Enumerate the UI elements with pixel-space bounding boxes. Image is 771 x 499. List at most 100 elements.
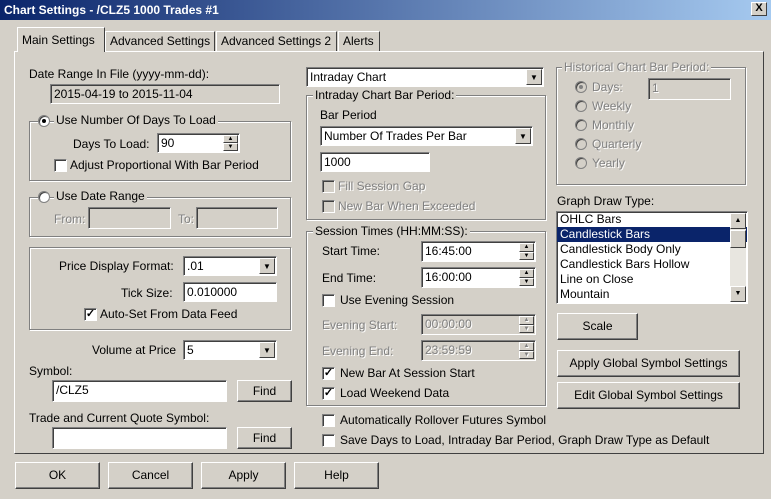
list-item[interactable]: Line on Close [557,272,747,287]
apply-button[interactable]: Apply [201,462,286,489]
symbol-input[interactable]: /CLZ5 [52,380,227,402]
evening-start-spinner[interactable]: ▲ ▼ [519,316,534,333]
from-label: From: [54,212,86,226]
volume-at-price-select[interactable]: 5 ▼ [183,340,277,360]
evening-end-label: Evening End: [322,344,394,358]
price-format-select[interactable]: .01 ▼ [183,256,277,276]
chevron-down-icon[interactable]: ▼ [259,342,275,358]
use-date-range-radio[interactable] [38,191,50,203]
scroll-down-icon[interactable]: ▼ [730,286,746,302]
start-time-label: Start Time: [322,244,381,258]
rollover-label: Automatically Rollover Futures Symbol [340,413,547,427]
historical-yearly-label: Yearly [592,156,625,170]
end-time-label: End Time: [322,271,377,285]
scale-button[interactable]: Scale [557,313,638,340]
tick-size-input[interactable]: 0.010000 [183,282,277,302]
evening-session-label: Use Evening Session [340,293,455,307]
date-range-label: Date Range In File (yyyy-mm-dd): [29,67,210,81]
list-item[interactable]: Candlestick Bars Hollow [557,257,747,272]
historical-days-radio[interactable] [575,81,587,93]
trades-per-bar-input[interactable]: 1000 [320,152,430,172]
load-weekend-checkbox[interactable]: ✓ [322,387,335,400]
new-bar-session-start-checkbox[interactable]: ✓ [322,367,335,380]
end-time-input[interactable]: 16:00:00 ▲ ▼ [421,267,536,288]
historical-quarterly-label: Quarterly [592,137,642,151]
scroll-up-icon[interactable]: ▲ [730,213,746,229]
list-item[interactable]: Candlestick Body Only [557,242,747,257]
historical-days-input[interactable]: 1 [648,78,731,100]
historical-yearly-radio[interactable] [575,157,587,169]
use-days-radio[interactable] [38,115,50,127]
new-bar-exceeded-label: New Bar When Exceeded [338,199,476,213]
tab-alerts[interactable]: Alerts [338,31,380,52]
tab-advanced-settings[interactable]: Advanced Settings [105,31,215,52]
save-default-label: Save Days to Load, Intraday Bar Period, … [340,433,710,447]
days-spinner[interactable]: ▲ ▼ [223,135,238,151]
historical-quarterly-radio[interactable] [575,138,587,150]
list-item[interactable]: Candlestick Bars [557,227,747,242]
new-bar-exceeded-checkbox[interactable] [322,200,335,213]
trade-symbol-label: Trade and Current Quote Symbol: [29,411,210,425]
adjust-proportional-label: Adjust Proportional With Bar Period [70,158,259,172]
historical-monthly-radio[interactable] [575,119,587,131]
load-weekend-label: Load Weekend Data [340,386,450,400]
bar-period-label: Bar Period [320,108,377,122]
list-item[interactable]: Mountain [557,287,747,302]
evening-session-checkbox[interactable] [322,294,335,307]
scroll-thumb[interactable] [730,230,746,248]
chevron-down-icon[interactable]: ▼ [259,258,275,274]
cancel-button[interactable]: Cancel [108,462,193,489]
bar-period-select[interactable]: Number Of Trades Per Bar ▼ [320,126,533,146]
new-bar-session-start-label: New Bar At Session Start [340,366,475,380]
chart-type-select[interactable]: Intraday Chart ▼ [306,67,544,87]
historical-weekly-label: Weekly [592,99,632,113]
fill-session-gap-label: Fill Session Gap [338,179,426,193]
chevron-down-icon[interactable]: ▼ [515,128,531,144]
tab-main-settings[interactable]: Main Settings [17,27,105,52]
apply-global-button[interactable]: Apply Global Symbol Settings [557,350,740,377]
end-time-spinner[interactable]: ▲ ▼ [519,269,534,286]
start-time-input[interactable]: 16:45:00 ▲ ▼ [421,241,536,262]
historical-monthly-label: Monthly [592,118,635,132]
days-to-load-label: Days To Load: [73,137,150,151]
start-time-spinner[interactable]: ▲ ▼ [519,243,534,260]
symbol-label: Symbol: [29,364,73,378]
ok-button[interactable]: OK [15,462,100,489]
fill-session-gap-checkbox[interactable] [322,180,335,193]
trade-symbol-input[interactable] [52,427,227,449]
evening-end-input[interactable]: 23:59:59 ▲ ▼ [421,340,536,361]
scrollbar[interactable]: ▲ ▼ [730,213,746,302]
close-button[interactable]: X [751,2,767,16]
adjust-proportional-checkbox[interactable] [54,159,67,172]
use-date-range-label: Use Date Range [54,189,147,203]
historical-legend: Historical Chart Bar Period: [562,60,712,74]
trade-symbol-find-button[interactable]: Find [237,427,292,449]
date-range-value: 2015-04-19 to 2015-11-04 [50,84,280,104]
session-legend: Session Times (HH:MM:SS): [313,224,470,238]
days-to-load-input[interactable]: 90 ▲ ▼ [157,133,240,153]
evening-start-input[interactable]: 00:00:00 ▲ ▼ [421,314,536,335]
window-title: Chart Settings - /CLZ5 1000 Trades #1 [0,0,771,20]
tick-size-label: Tick Size: [121,286,173,300]
list-item[interactable]: OHLC Bars [557,212,747,227]
graph-draw-listbox[interactable]: OHLC Bars Candlestick Bars Candlestick B… [556,211,748,304]
help-button[interactable]: Help [294,462,379,489]
save-default-checkbox[interactable] [322,434,335,447]
use-days-label: Use Number Of Days To Load [54,113,218,127]
historical-weekly-radio[interactable] [575,100,587,112]
autoset-checkbox[interactable]: ✓ [84,308,97,321]
graph-draw-label: Graph Draw Type: [557,194,655,208]
autoset-label: Auto-Set From Data Feed [100,307,238,321]
chevron-down-icon[interactable]: ▼ [526,69,542,85]
edit-global-button[interactable]: Edit Global Symbol Settings [557,382,740,409]
from-date-input[interactable] [88,207,171,229]
rollover-checkbox[interactable] [322,414,335,427]
price-format-label: Price Display Format: [59,259,174,273]
intraday-legend: Intraday Chart Bar Period: [313,88,457,102]
to-label: To: [178,212,195,226]
to-date-input[interactable] [196,207,278,229]
symbol-find-button[interactable]: Find [237,380,292,402]
tab-advanced-settings-2[interactable]: Advanced Settings 2 [216,31,337,52]
evening-end-spinner[interactable]: ▲ ▼ [519,342,534,359]
evening-start-label: Evening Start: [322,318,398,332]
